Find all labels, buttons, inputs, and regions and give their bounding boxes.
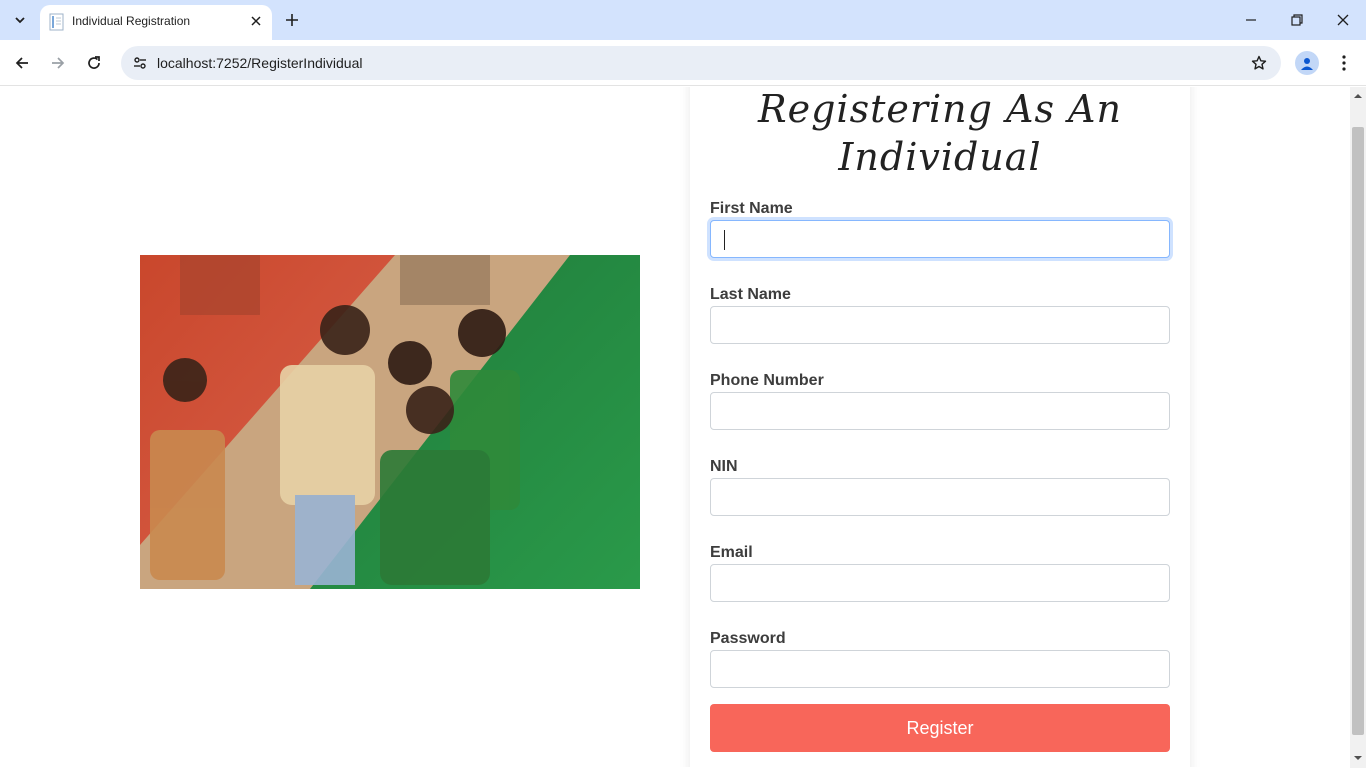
nin-field[interactable] bbox=[710, 478, 1170, 516]
tab-title: Individual Registration bbox=[72, 14, 191, 28]
bookmark-button[interactable] bbox=[1247, 51, 1271, 75]
minimize-button[interactable] bbox=[1228, 0, 1274, 40]
password-field[interactable] bbox=[710, 650, 1170, 688]
registration-card: Registering As An Individual First Name … bbox=[690, 87, 1190, 767]
close-icon bbox=[1337, 14, 1349, 26]
text-caret bbox=[724, 230, 725, 250]
page-icon bbox=[49, 13, 64, 31]
address-bar[interactable]: localhost:7252/RegisterIndividual bbox=[121, 46, 1281, 80]
more-vertical-icon bbox=[1342, 55, 1346, 71]
forward-button[interactable] bbox=[44, 49, 72, 77]
reload-button[interactable] bbox=[80, 49, 108, 77]
page-title-line1: Registering As An bbox=[758, 87, 1122, 131]
minimize-icon bbox=[1246, 19, 1256, 21]
tune-icon bbox=[134, 57, 146, 69]
first-name-field[interactable] bbox=[710, 220, 1170, 258]
scroll-down-icon[interactable] bbox=[1354, 754, 1362, 762]
last-name-field[interactable] bbox=[710, 306, 1170, 344]
back-button[interactable] bbox=[8, 49, 36, 77]
plus-icon bbox=[286, 14, 298, 26]
url-text: localhost:7252/RegisterIndividual bbox=[157, 55, 363, 71]
reload-icon bbox=[88, 56, 100, 69]
scrollbar-thumb[interactable] bbox=[1352, 127, 1364, 735]
phone-number-label: Phone Number bbox=[710, 372, 824, 389]
scroll-up-icon[interactable] bbox=[1354, 92, 1362, 100]
page-title-line2: Individual bbox=[838, 135, 1042, 179]
password-label: Password bbox=[710, 630, 786, 647]
page-viewport: Registering As An Individual First Name … bbox=[0, 87, 1350, 767]
tab-search-button[interactable] bbox=[7, 7, 33, 33]
nin-label: NIN bbox=[710, 458, 738, 475]
close-icon bbox=[251, 16, 261, 26]
phone-number-field[interactable] bbox=[710, 392, 1170, 430]
last-name-label: Last Name bbox=[710, 286, 791, 303]
restore-button[interactable] bbox=[1274, 0, 1320, 40]
profile-avatar[interactable] bbox=[1295, 51, 1319, 75]
page-scrollbar[interactable] bbox=[1350, 87, 1366, 768]
close-window-button[interactable] bbox=[1320, 0, 1366, 40]
children-photo bbox=[140, 255, 640, 589]
browser-toolbar: localhost:7252/RegisterIndividual bbox=[0, 40, 1366, 86]
star-icon bbox=[1251, 55, 1267, 70]
site-info-button[interactable] bbox=[127, 50, 153, 76]
email-label: Email bbox=[710, 544, 753, 561]
restore-icon bbox=[1291, 14, 1303, 26]
email-field[interactable] bbox=[710, 564, 1170, 602]
arrow-left-icon bbox=[15, 57, 28, 69]
person-icon bbox=[1301, 58, 1313, 70]
tab-strip: Individual Registration bbox=[0, 0, 1366, 40]
active-tab[interactable]: Individual Registration bbox=[40, 5, 272, 40]
new-tab-button[interactable] bbox=[281, 9, 303, 31]
browser-menu-button[interactable] bbox=[1332, 49, 1356, 77]
tab-close-button[interactable] bbox=[248, 13, 264, 29]
page-title: Registering As An Individual bbox=[690, 87, 1190, 181]
chevron-down-icon bbox=[15, 17, 25, 24]
first-name-label: First Name bbox=[710, 200, 793, 217]
arrow-right-icon bbox=[52, 57, 65, 69]
register-button[interactable]: Register bbox=[710, 704, 1170, 752]
